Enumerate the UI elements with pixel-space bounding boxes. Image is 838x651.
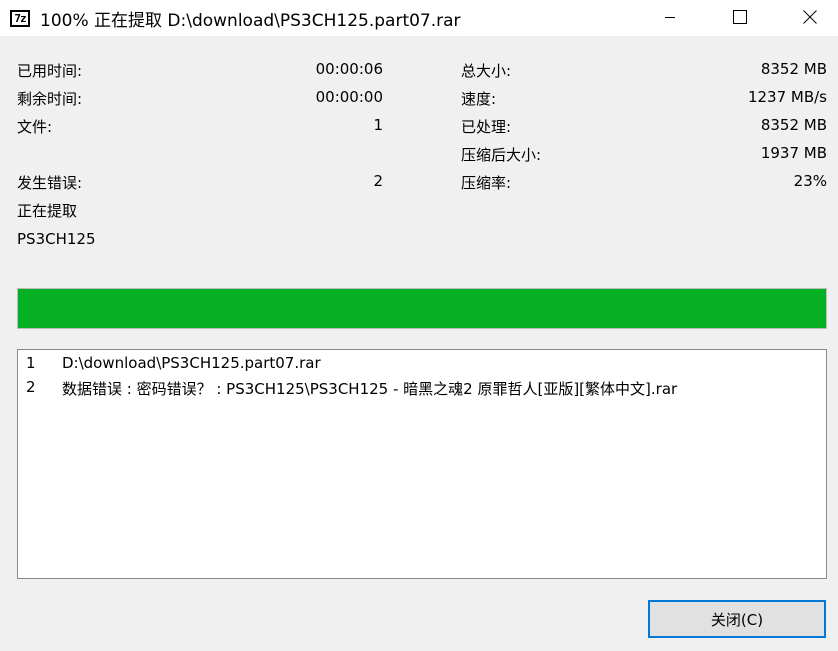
errors-label: 发生错误:	[17, 174, 83, 192]
window-title: 100% 正在提取 D:\download\PS3CH125.part07.ra…	[40, 10, 461, 31]
files-label: 文件:	[17, 118, 53, 136]
elapsed-time-value: 00:00:06	[315, 60, 383, 78]
processed-label: 已处理:	[461, 118, 512, 136]
close-button[interactable]: 关闭(C)	[648, 600, 826, 638]
total-size-value: 8352 MB	[760, 60, 827, 78]
close-icon	[803, 10, 817, 24]
speed-label: 速度:	[461, 90, 497, 108]
log-row-number: 1	[26, 354, 36, 372]
maximize-icon	[733, 10, 747, 24]
errors-value: 2	[373, 172, 383, 190]
current-item: PS3CH125	[17, 230, 96, 248]
compression-ratio-label: 压缩率:	[461, 174, 512, 192]
compression-ratio-value: 23%	[793, 172, 827, 190]
minimize-icon	[665, 17, 675, 18]
files-value: 1	[373, 116, 383, 134]
processed-value: 8352 MB	[760, 116, 827, 134]
progress-fill	[18, 289, 826, 328]
close-window-button[interactable]	[787, 0, 833, 34]
compressed-size-value: 1937 MB	[760, 144, 827, 162]
log-row-number: 2	[26, 378, 36, 396]
compressed-size-label: 压缩后大小:	[461, 146, 542, 164]
speed-value: 1237 MB/s	[747, 88, 827, 106]
message-log-list[interactable]: 1 D:\download\PS3CH125.part07.rar 2 数据错误…	[17, 349, 827, 579]
elapsed-time-label: 已用时间:	[17, 62, 83, 80]
remaining-time-value: 00:00:00	[315, 88, 383, 106]
log-row-message: 数据错误 : 密码错误？ : PS3CH125\PS3CH125 - 暗黑之魂2…	[62, 380, 678, 398]
progress-bar	[17, 288, 827, 329]
maximize-button[interactable]	[717, 0, 763, 34]
7zip-app-icon: 7z	[10, 9, 30, 27]
remaining-time-label: 剩余时间:	[17, 90, 83, 108]
title-bar[interactable]: 7z 100% 正在提取 D:\download\PS3CH125.part07…	[0, 0, 838, 36]
log-row-message: D:\download\PS3CH125.part07.rar	[62, 354, 321, 372]
operation-status: 正在提取	[17, 202, 78, 220]
minimize-button[interactable]	[647, 0, 693, 34]
total-size-label: 总大小:	[461, 62, 512, 80]
